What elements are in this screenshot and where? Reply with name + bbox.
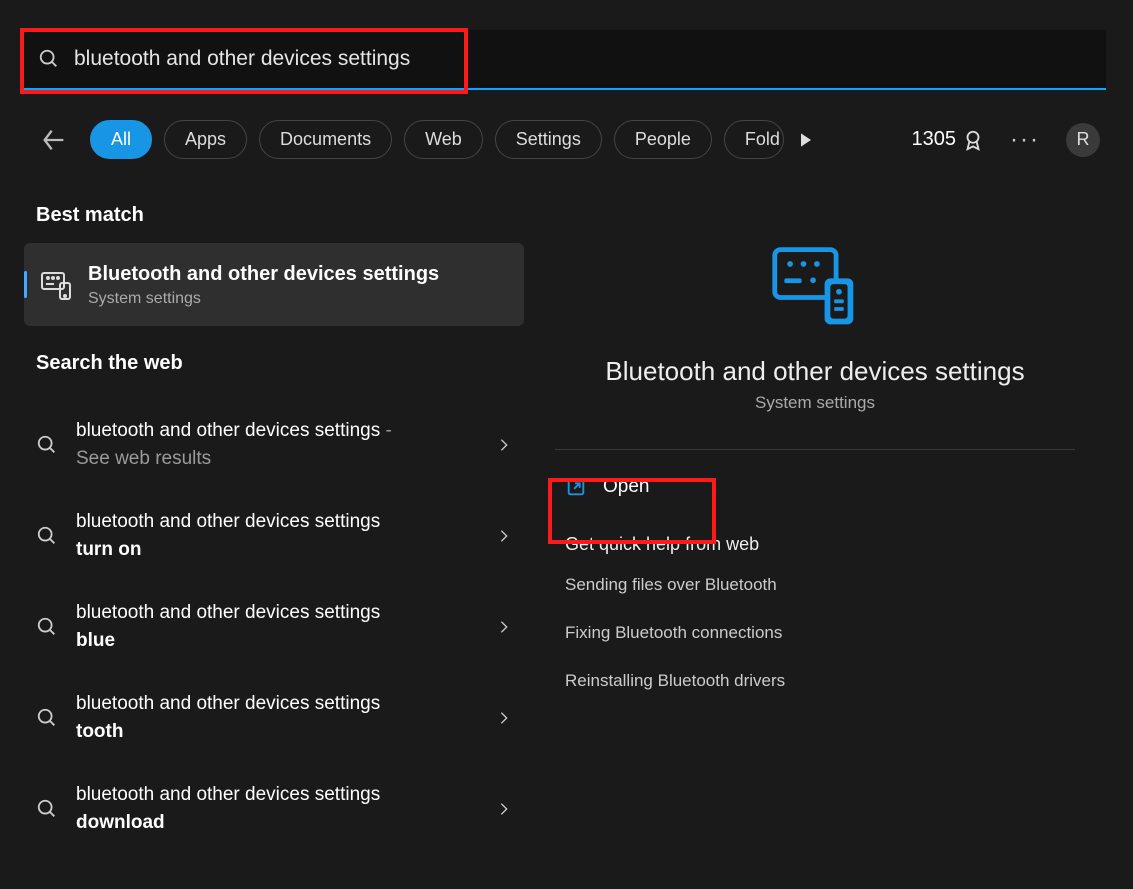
quick-help-heading: Get quick help from web <box>555 528 1075 561</box>
search-input[interactable] <box>74 47 1106 71</box>
devices-settings-icon <box>40 269 72 301</box>
chevron-right-icon <box>496 437 512 453</box>
chevron-right-icon <box>496 710 512 726</box>
web-result-text: bluetooth and other devices settings dow… <box>76 781 416 836</box>
help-link[interactable]: Reinstalling Bluetooth drivers <box>555 657 1075 705</box>
search-icon <box>36 707 58 729</box>
search-icon <box>36 525 58 547</box>
filter-web[interactable]: Web <box>404 120 483 159</box>
web-result-item[interactable]: bluetooth and other devices settings too… <box>24 672 524 763</box>
filter-apps[interactable]: Apps <box>164 120 247 159</box>
open-button[interactable]: Open <box>555 456 1075 518</box>
points-value: 1305 <box>912 128 957 151</box>
search-icon <box>38 48 60 70</box>
web-results-list: bluetooth and other devices settings - S… <box>24 399 524 854</box>
web-result-text: bluetooth and other devices settings tur… <box>76 508 416 563</box>
best-match-title: Bluetooth and other devices settings <box>88 261 439 288</box>
best-match-heading: Best match <box>24 196 524 243</box>
chevron-right-icon <box>496 619 512 635</box>
search-icon <box>36 434 58 456</box>
results-left-column: Best match Bluetooth and other devices s… <box>24 196 524 854</box>
more-options-icon[interactable]: ··· <box>1010 126 1040 154</box>
rewards-points[interactable]: 1305 <box>912 128 985 151</box>
web-result-item[interactable]: bluetooth and other devices settings blu… <box>24 581 524 672</box>
preview-title: Bluetooth and other devices settings <box>605 356 1024 387</box>
scroll-right-icon[interactable] <box>796 130 816 150</box>
medal-icon <box>962 129 984 151</box>
filter-documents[interactable]: Documents <box>259 120 392 159</box>
filter-row: All Apps Documents Web Settings People F… <box>40 120 1100 159</box>
large-devices-icon <box>769 240 861 332</box>
chevron-right-icon <box>496 528 512 544</box>
best-match-result[interactable]: Bluetooth and other devices settings Sys… <box>24 243 524 326</box>
search-icon <box>36 798 58 820</box>
web-result-text: bluetooth and other devices settings blu… <box>76 599 416 654</box>
chevron-right-icon <box>496 801 512 817</box>
web-result-item[interactable]: bluetooth and other devices settings - S… <box>24 399 524 490</box>
avatar-letter: R <box>1077 129 1090 150</box>
open-label: Open <box>603 476 649 498</box>
preview-subtitle: System settings <box>755 393 875 413</box>
web-result-text: bluetooth and other devices settings - S… <box>76 417 416 472</box>
filter-people[interactable]: People <box>614 120 712 159</box>
web-result-text: bluetooth and other devices settings too… <box>76 690 416 745</box>
preview-pane: Bluetooth and other devices settings Sys… <box>525 190 1105 705</box>
filter-all[interactable]: All <box>90 120 152 159</box>
web-result-item[interactable]: bluetooth and other devices settings dow… <box>24 763 524 854</box>
help-link[interactable]: Fixing Bluetooth connections <box>555 609 1075 657</box>
open-icon <box>565 476 587 498</box>
help-link[interactable]: Sending files over Bluetooth <box>555 561 1075 609</box>
web-result-item[interactable]: bluetooth and other devices settings tur… <box>24 490 524 581</box>
search-bar[interactable] <box>24 30 1106 90</box>
user-avatar[interactable]: R <box>1066 123 1100 157</box>
back-arrow-icon[interactable] <box>40 126 68 154</box>
filter-folders[interactable]: Fold <box>724 120 784 159</box>
search-icon <box>36 616 58 638</box>
divider <box>555 449 1075 450</box>
best-match-subtitle: System settings <box>88 290 439 308</box>
filter-settings[interactable]: Settings <box>495 120 602 159</box>
search-web-heading: Search the web <box>24 344 524 391</box>
